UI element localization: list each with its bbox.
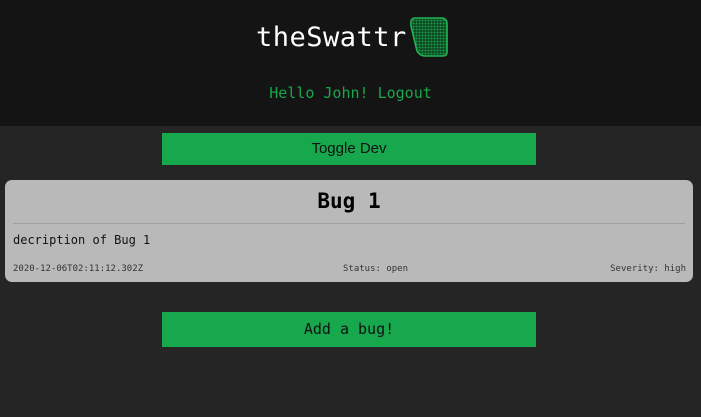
bug-status: Status: open bbox=[343, 264, 409, 274]
app-logo[interactable]: theSwattr bbox=[256, 16, 449, 58]
bug-severity: Severity: high bbox=[610, 264, 686, 274]
bug-description: decription of Bug 1 bbox=[13, 233, 151, 247]
bug-created-date: 2020-12-06T02:11:12.302Z bbox=[13, 264, 144, 274]
greeting-text: Hello John! bbox=[269, 84, 369, 102]
app-header: theSwattr Hello John! Logout bbox=[0, 0, 701, 126]
bug-divider bbox=[13, 223, 685, 224]
logout-link[interactable]: Logout bbox=[378, 84, 432, 102]
logo-text: theSwattr bbox=[256, 21, 407, 53]
user-greeting: Hello John! Logout bbox=[0, 84, 701, 102]
add-bug-button[interactable]: Add a bug! bbox=[162, 312, 536, 347]
swatter-icon bbox=[409, 17, 448, 57]
bug-title: Bug 1 bbox=[317, 189, 381, 213]
toggle-dev-button[interactable]: Toggle Dev bbox=[162, 133, 536, 165]
bug-card[interactable]: Bug 1 decription of Bug 1 2020-12-06T02:… bbox=[5, 180, 693, 282]
